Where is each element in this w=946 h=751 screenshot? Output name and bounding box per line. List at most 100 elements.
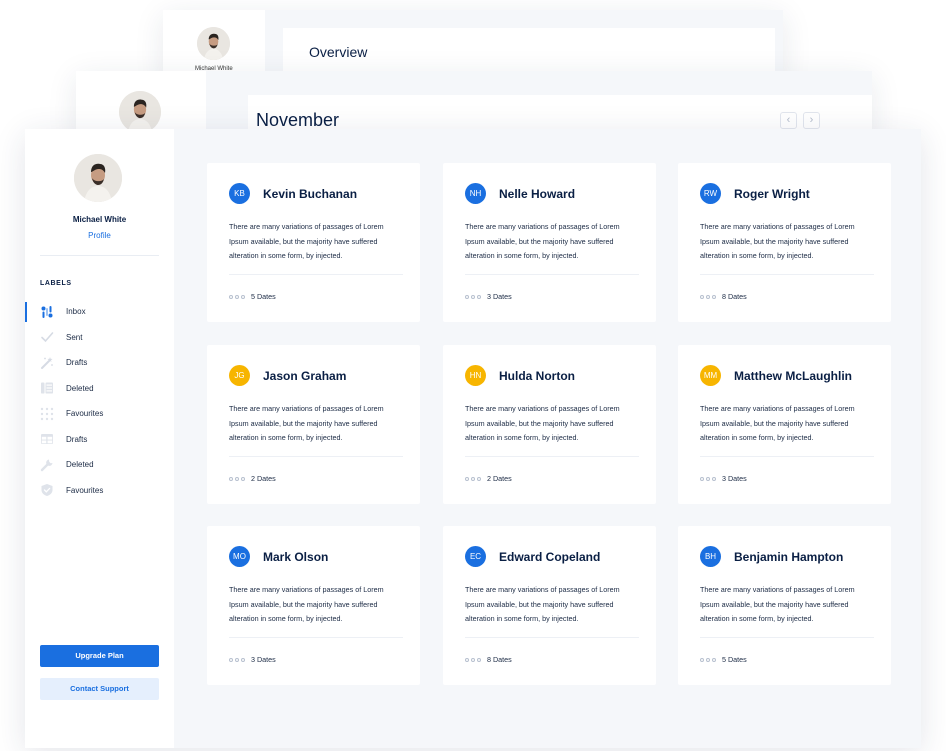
divider	[700, 637, 874, 638]
divider	[465, 274, 639, 275]
dates-count: 5 Dates	[251, 292, 276, 301]
divider	[465, 637, 639, 638]
avatar	[119, 91, 161, 133]
dates-count: 2 Dates	[251, 474, 276, 483]
initials-badge: NH	[465, 183, 486, 204]
layout-icon	[40, 381, 54, 395]
main-window: Michael White Profile LABELS Inbox Sent	[25, 129, 921, 748]
initials-badge: RW	[700, 183, 721, 204]
label-menu: Inbox Sent Drafts Deleted Favourites Dra…	[25, 299, 174, 503]
card-description: There are many variations of passages of…	[465, 222, 620, 260]
dates-count: 2 Dates	[487, 474, 512, 483]
avatar	[197, 27, 230, 60]
initials-badge: KB	[229, 183, 250, 204]
pager: ‹ ›	[780, 112, 820, 129]
wrench-icon	[40, 458, 54, 472]
table-icon	[40, 432, 54, 446]
card-footer: 3 Dates	[229, 655, 276, 664]
background-sidebar: Michael White	[163, 10, 265, 80]
card-description: There are many variations of passages of…	[700, 585, 855, 623]
contact-card[interactable]: MO Mark Olson There are many variations …	[207, 526, 420, 685]
dots-icon	[229, 476, 245, 481]
card-footer: 3 Dates	[700, 474, 747, 483]
initials-badge: EC	[465, 546, 486, 567]
dots-icon	[700, 294, 716, 299]
sidebar-item-label: Inbox	[66, 307, 86, 317]
sidebar-item-label: Drafts	[66, 358, 88, 368]
dots-icon	[229, 657, 245, 662]
sidebar-item-label: Deleted	[66, 460, 94, 470]
prev-button[interactable]: ‹	[780, 112, 797, 129]
divider	[700, 274, 874, 275]
divider	[700, 456, 874, 457]
dots-icon	[465, 476, 481, 481]
contact-card[interactable]: MM Matthew McLaughlin There are many var…	[678, 345, 891, 504]
grid-icon	[40, 407, 54, 421]
contact-support-button[interactable]: Contact Support	[40, 678, 159, 700]
inbox-icon	[40, 305, 54, 319]
sidebar: Michael White Profile LABELS Inbox Sent	[25, 129, 174, 748]
card-footer: 5 Dates	[229, 292, 276, 301]
sidebar-item-favourites[interactable]: Favourites	[25, 401, 174, 427]
sidebar-item-drafts[interactable]: Drafts	[25, 350, 174, 376]
initials-badge: MM	[700, 365, 721, 386]
card-footer: 2 Dates	[465, 474, 512, 483]
sidebar-item-drafts[interactable]: Drafts	[25, 427, 174, 453]
initials-badge: JG	[229, 365, 250, 386]
contact-card[interactable]: JG Jason Graham There are many variation…	[207, 345, 420, 504]
card-description: There are many variations of passages of…	[465, 585, 620, 623]
contact-name: Matthew McLaughlin	[734, 369, 852, 383]
dates-count: 8 Dates	[722, 292, 747, 301]
background-window-overview: Michael White Overview	[163, 10, 783, 80]
sidebar-item-deleted[interactable]: Deleted	[25, 452, 174, 478]
card-footer: 5 Dates	[700, 655, 747, 664]
profile-name: Michael White	[72, 215, 127, 224]
magic-icon	[40, 356, 54, 370]
contact-name: Hulda Norton	[499, 369, 575, 383]
contact-card[interactable]: NH Nelle Howard There are many variation…	[443, 163, 656, 322]
dots-icon	[465, 657, 481, 662]
contact-name: Kevin Buchanan	[263, 187, 358, 201]
sidebar-item-favourites[interactable]: Favourites	[25, 478, 174, 504]
dates-count: 3 Dates	[487, 292, 512, 301]
shield-icon	[40, 483, 54, 497]
contact-card[interactable]: RW Roger Wright There are many variation…	[678, 163, 891, 322]
card-description: There are many variations of passages of…	[700, 404, 855, 442]
dates-count: 3 Dates	[251, 655, 276, 664]
page-title: Overview	[309, 44, 368, 60]
profile-link[interactable]: Profile	[25, 231, 174, 240]
contact-name: Jason Graham	[263, 369, 347, 383]
upgrade-plan-button[interactable]: Upgrade Plan	[40, 645, 159, 667]
initials-badge: BH	[700, 546, 721, 567]
divider	[40, 255, 159, 256]
divider	[229, 456, 403, 457]
card-description: There are many variations of passages of…	[465, 404, 620, 442]
contact-name: Mark Olson	[263, 550, 329, 564]
sidebar-item-label: Favourites	[66, 485, 104, 495]
dots-icon	[465, 294, 481, 299]
check-icon	[40, 330, 54, 344]
sidebar-item-label: Deleted	[66, 383, 94, 393]
contact-name: Edward Copeland	[499, 550, 601, 564]
next-button[interactable]: ›	[803, 112, 820, 129]
card-footer: 2 Dates	[229, 474, 276, 483]
page-title: November	[256, 110, 340, 130]
dates-count: 3 Dates	[722, 474, 747, 483]
contact-name: Benjamin Hampton	[734, 550, 844, 564]
contact-card[interactable]: KB Kevin Buchanan There are many variati…	[207, 163, 420, 322]
sidebar-item-sent[interactable]: Sent	[25, 325, 174, 351]
contact-card[interactable]: HN Hulda Norton There are many variation…	[443, 345, 656, 504]
contact-card[interactable]: BH Benjamin Hampton There are many varia…	[678, 526, 891, 685]
labels-heading: LABELS	[40, 280, 72, 287]
card-description: There are many variations of passages of…	[229, 404, 384, 442]
avatar[interactable]	[74, 154, 122, 202]
sidebar-item-inbox[interactable]: Inbox	[25, 299, 174, 325]
contact-card[interactable]: EC Edward Copeland There are many variat…	[443, 526, 656, 685]
sidebar-item-deleted[interactable]: Deleted	[25, 376, 174, 402]
initials-badge: MO	[229, 546, 250, 567]
divider	[465, 456, 639, 457]
dots-icon	[700, 657, 716, 662]
contact-name: Nelle Howard	[499, 187, 576, 201]
card-footer: 8 Dates	[700, 292, 747, 301]
card-description: There are many variations of passages of…	[700, 222, 855, 260]
